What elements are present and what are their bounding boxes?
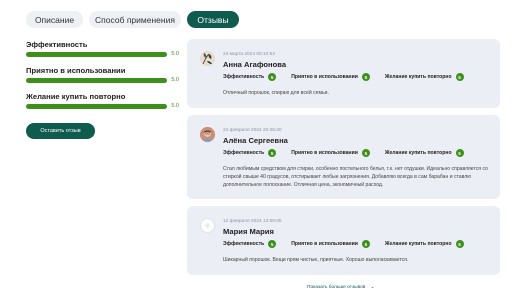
rating-bar-fill <box>26 52 167 57</box>
review-card: 24 марта 2024 00:10:52 Анна Агафонова Эф… <box>187 39 500 108</box>
review-date: 24 марта 2024 00:10:52 <box>223 52 276 57</box>
rating-bar-track <box>26 78 167 83</box>
criterion-effectiveness: Эффективность 5 <box>223 149 277 157</box>
criterion-effectiveness: Эффективность 5 <box>223 240 277 248</box>
criterion-score: 5 <box>455 149 464 157</box>
criterion-label: Эффективность <box>223 74 265 80</box>
criterion-score: 5 <box>361 240 370 248</box>
criterion-buy-again: Желание купить повторно 5 <box>385 240 464 248</box>
review-date: 24 февраля 2024 20:26:40 <box>223 128 282 133</box>
rating-label: Приятно в использовании <box>26 66 126 75</box>
criterion-label: Желание купить повторно <box>384 74 452 80</box>
review-criteria: Эффективность 5 Приятно в использовании 5 … <box>223 73 479 81</box>
criterion-label: Желание купить повторно <box>384 241 452 247</box>
review-text: Стал любимым средством для стирки, особе… <box>223 166 488 189</box>
show-more-label: Показать больше отзывов <box>307 284 366 290</box>
avatar-placeholder-icon <box>200 218 215 233</box>
tab-usage[interactable]: Способ применения <box>89 11 181 28</box>
criterion-pleasant: Приятно в использовании 5 <box>291 240 370 248</box>
rating-effectiveness: Эффективность 5.0 <box>26 39 179 65</box>
criterion-effectiveness: Эффективность 5 <box>223 73 277 81</box>
criterion-pleasant: Приятно в использовании 5 <box>291 73 370 81</box>
rating-value: 5.0 <box>171 51 179 57</box>
avatar-plant-icon <box>200 51 215 66</box>
avatar-photo-icon <box>200 127 215 142</box>
rating-bar-fill <box>26 104 167 109</box>
rating-bar-track <box>26 104 167 109</box>
criterion-score: 5 <box>268 149 277 157</box>
rating-pleasant-to-use: Приятно в использовании 5.0 <box>26 65 179 91</box>
tab-bar: Описание Способ применения Отзывы <box>26 11 239 28</box>
criterion-label: Приятно в использовании <box>291 241 358 247</box>
show-more-reviews-link[interactable]: Показать больше отзывов ⌄ <box>307 284 375 290</box>
rating-label: Эффективность <box>26 40 88 49</box>
review-date: 12 февраля 2024 13:59:05 <box>223 219 282 224</box>
review-text: Шикарный порошок. Вещи прям чистые, прия… <box>223 257 409 263</box>
rating-value: 5.0 <box>171 103 179 109</box>
review-text: Отличный порошок, спираю для всей семьи. <box>223 90 329 96</box>
rating-summary: Эффективность 5.0 Приятно в использовани… <box>26 39 179 117</box>
review-criteria: Эффективность 5 Приятно в использовании 5 … <box>223 149 479 157</box>
rating-value: 5.0 <box>171 77 179 83</box>
rating-label: Желание купить повторно <box>26 92 126 101</box>
criterion-label: Эффективность <box>223 150 265 156</box>
criterion-score: 5 <box>455 240 464 248</box>
reviewer-name: Алёна Сергеевна <box>223 136 288 145</box>
chevron-down-icon: ⌄ <box>370 284 375 290</box>
criterion-pleasant: Приятно в использовании 5 <box>291 149 370 157</box>
criterion-score: 5 <box>268 73 277 81</box>
tab-description[interactable]: Описание <box>26 11 83 28</box>
criterion-score: 5 <box>268 240 277 248</box>
criterion-buy-again: Желание купить повторно 5 <box>385 73 464 81</box>
criterion-label: Желание купить повторно <box>384 150 452 156</box>
rating-buy-again: Желание купить повторно 5.0 <box>26 91 179 117</box>
rating-bar-track <box>26 52 167 57</box>
review-card: 24 февраля 2024 20:26:40 Алёна Сергеевна… <box>187 115 500 199</box>
tab-reviews[interactable]: Отзывы <box>187 11 239 28</box>
reviewer-name: Анна Агафонова <box>223 60 287 69</box>
criterion-buy-again: Желание купить повторно 5 <box>385 149 464 157</box>
criterion-label: Приятно в использовании <box>291 150 358 156</box>
criterion-label: Эффективность <box>223 241 265 247</box>
criterion-score: 5 <box>361 149 370 157</box>
review-card: 12 февраля 2024 13:59:05 Мария Мария Эфф… <box>187 206 500 275</box>
reviewer-name: Мария Мария <box>223 227 274 236</box>
criterion-score: 5 <box>361 73 370 81</box>
review-criteria: Эффективность 5 Приятно в использовании 5 … <box>223 240 479 248</box>
criterion-score: 5 <box>455 73 464 81</box>
rating-bar-fill <box>26 78 167 83</box>
criterion-label: Приятно в использовании <box>291 74 358 80</box>
leave-review-button[interactable]: Оставить отзыв <box>26 123 95 139</box>
